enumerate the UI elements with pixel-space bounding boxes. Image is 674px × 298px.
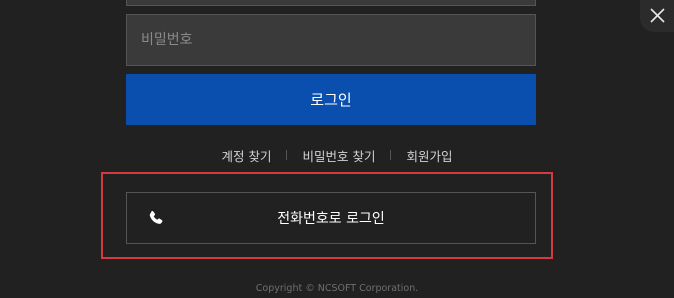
link-divider bbox=[286, 150, 288, 160]
find-password-link[interactable]: 비밀번호 찾기 bbox=[302, 146, 375, 165]
login-button[interactable]: 로그인 bbox=[126, 74, 536, 125]
account-field-edge[interactable] bbox=[126, 0, 536, 6]
close-button[interactable] bbox=[640, 0, 674, 32]
sign-up-link[interactable]: 회원가입 bbox=[406, 146, 452, 165]
close-icon bbox=[650, 8, 665, 23]
login-dialog: 로그인 계정 찾기 비밀번호 찾기 회원가입 전화번호로 로그인 Copyrig… bbox=[0, 0, 674, 298]
phone-login-label: 전화번호로 로그인 bbox=[277, 211, 385, 227]
find-account-link[interactable]: 계정 찾기 bbox=[222, 146, 272, 165]
phone-icon bbox=[149, 210, 163, 224]
copyright-text: Copyright © NCSOFT Corporation. bbox=[255, 283, 419, 294]
password-field[interactable] bbox=[126, 14, 536, 66]
account-links: 계정 찾기 비밀번호 찾기 회원가입 bbox=[0, 146, 674, 164]
phone-login-button[interactable]: 전화번호로 로그인 bbox=[126, 192, 536, 244]
link-divider bbox=[390, 150, 392, 160]
